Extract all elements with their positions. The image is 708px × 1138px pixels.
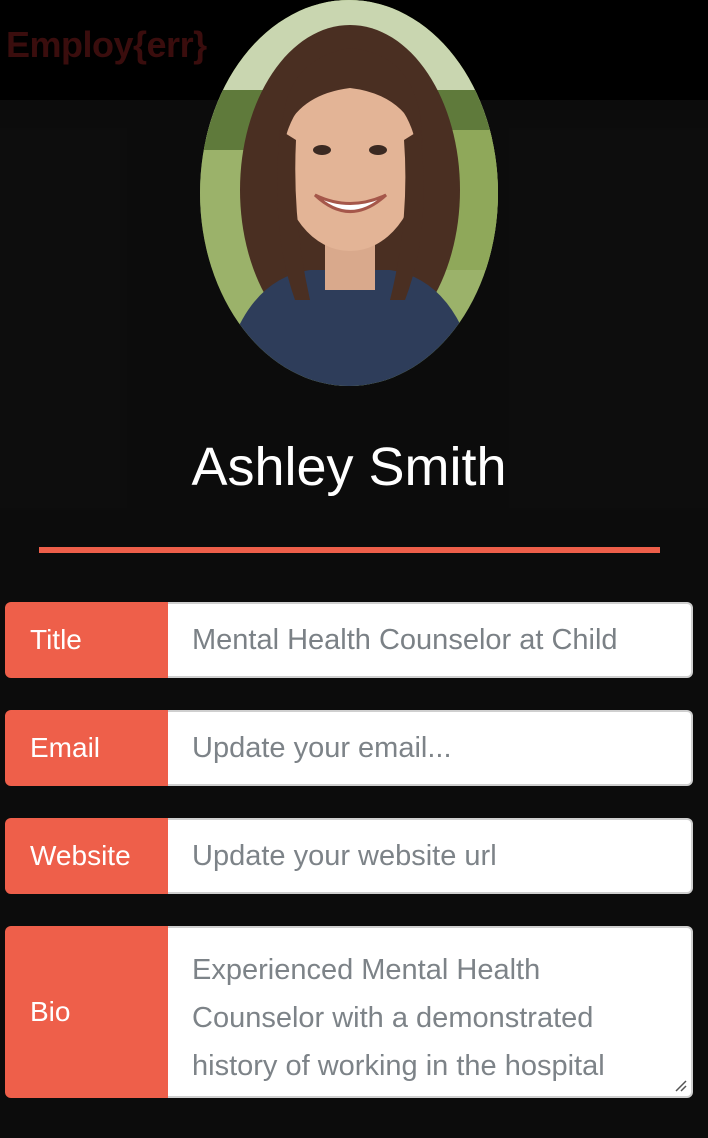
- bio-textarea[interactable]: Experienced Mental Health Counselor with…: [168, 926, 693, 1098]
- email-label: Email: [5, 710, 168, 786]
- title-input[interactable]: [168, 602, 693, 678]
- website-input[interactable]: [168, 818, 693, 894]
- profile-page: Employ{err} Ashley Smith Title Mental He…: [0, 0, 708, 1138]
- resize-handle-icon[interactable]: [673, 1078, 687, 1092]
- brand-logo[interactable]: Employ{err}: [6, 24, 207, 66]
- website-field-group: Website: [5, 818, 693, 894]
- bio-text: Experienced Mental Health Counselor with…: [192, 954, 605, 1082]
- profile-name: Ashley Smith: [191, 437, 507, 497]
- email-input[interactable]: [168, 710, 693, 786]
- email-field-group: Email: [5, 710, 693, 786]
- bio-field-group: Bio Experienced Mental Health Counselor …: [5, 926, 693, 1098]
- profile-photo-icon: [200, 0, 498, 386]
- website-label: Website: [5, 818, 168, 894]
- bio-label: Bio: [5, 926, 168, 1098]
- profile-avatar[interactable]: [200, 0, 498, 386]
- divider: [39, 547, 660, 553]
- title-label: Title: [5, 602, 168, 678]
- title-field-group: Title: [5, 602, 693, 678]
